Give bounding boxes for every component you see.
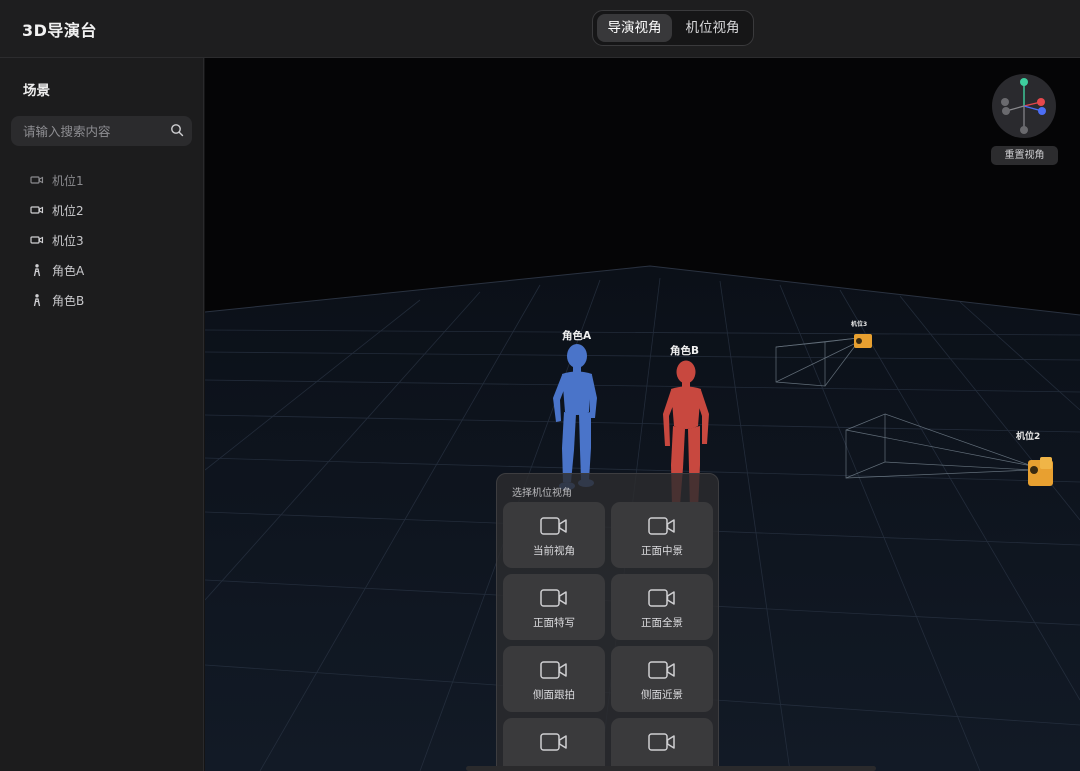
- video-camera-icon: [540, 517, 567, 535]
- preset-label: 正面中景: [641, 545, 683, 557]
- preset-front-medium[interactable]: 正面中景: [611, 502, 713, 568]
- scene-item-character-a[interactable]: 角色A: [30, 259, 190, 281]
- scene-item-label: 机位1: [52, 174, 84, 188]
- preset-8[interactable]: [611, 718, 713, 770]
- video-camera-icon: [648, 661, 675, 679]
- preset-label: 正面全景: [641, 617, 683, 629]
- scene-item-camera-2[interactable]: 机位2: [30, 199, 190, 221]
- camera-view-picker: 选择机位视角 当前视角 正面中景 正面特写 正面全景 侧面跟拍 侧面近景: [496, 473, 719, 771]
- scene-item-character-b[interactable]: 角色B: [30, 289, 190, 311]
- video-camera-icon: [540, 661, 567, 679]
- scene-item-camera-3[interactable]: 机位3: [30, 229, 190, 251]
- search-input[interactable]: [23, 116, 163, 146]
- video-camera-icon: [540, 589, 567, 607]
- picker-title: 选择机位视角: [512, 488, 572, 499]
- bottom-toolbar-edge: [466, 766, 876, 771]
- character-a-label[interactable]: 角色A: [562, 328, 591, 343]
- video-camera-icon: [648, 517, 675, 535]
- video-camera-icon: [540, 733, 567, 751]
- scene-item-label: 角色B: [52, 294, 85, 308]
- tab-director-view[interactable]: 导演视角: [597, 14, 672, 42]
- reset-view-button[interactable]: 重置视角: [991, 146, 1058, 165]
- preset-label: 侧面跟拍: [533, 689, 575, 701]
- camera-icon: [30, 236, 44, 244]
- camera-2-model: [1028, 457, 1053, 486]
- camera-icon: [30, 176, 44, 184]
- camera-2-label[interactable]: 机位2: [1016, 429, 1040, 442]
- scene-item-label: 机位3: [52, 234, 84, 248]
- tab-camera-view[interactable]: 机位视角: [675, 14, 750, 42]
- preset-label: 侧面近景: [641, 689, 683, 701]
- search-box: [11, 116, 192, 146]
- camera-icon: [30, 206, 44, 214]
- scene-sidebar: 场景 机位1 机位2 机位3 角色A 角色B: [0, 58, 204, 771]
- video-camera-icon: [648, 733, 675, 751]
- camera-3-label[interactable]: 机位3: [851, 319, 867, 328]
- character-b-label[interactable]: 角色B: [670, 343, 699, 358]
- preset-front-closeup[interactable]: 正面特写: [503, 574, 605, 640]
- orientation-gizmo-icon[interactable]: [991, 73, 1057, 139]
- preset-label: 当前视角: [533, 545, 575, 557]
- sidebar-title: 场景: [23, 83, 50, 99]
- scene-item-camera-1[interactable]: 机位1: [30, 169, 190, 191]
- preset-side-close[interactable]: 侧面近景: [611, 646, 713, 712]
- app-title: 3D导演台: [22, 21, 97, 40]
- scene-item-label: 机位2: [52, 204, 84, 218]
- preset-label: 正面特写: [533, 617, 575, 629]
- person-icon: [33, 264, 41, 277]
- preset-front-full[interactable]: 正面全景: [611, 574, 713, 640]
- view-mode-toggle: 导演视角 机位视角: [592, 10, 754, 46]
- preset-side-tracking[interactable]: 侧面跟拍: [503, 646, 605, 712]
- preset-current-view[interactable]: 当前视角: [503, 502, 605, 568]
- top-bar: 3D导演台 导演视角 机位视角: [0, 0, 1080, 58]
- scene-item-label: 角色A: [52, 264, 85, 278]
- search-icon[interactable]: [170, 123, 184, 137]
- camera-3-model: [854, 334, 872, 348]
- preset-7[interactable]: [503, 718, 605, 770]
- person-icon: [33, 294, 41, 307]
- video-camera-icon: [648, 589, 675, 607]
